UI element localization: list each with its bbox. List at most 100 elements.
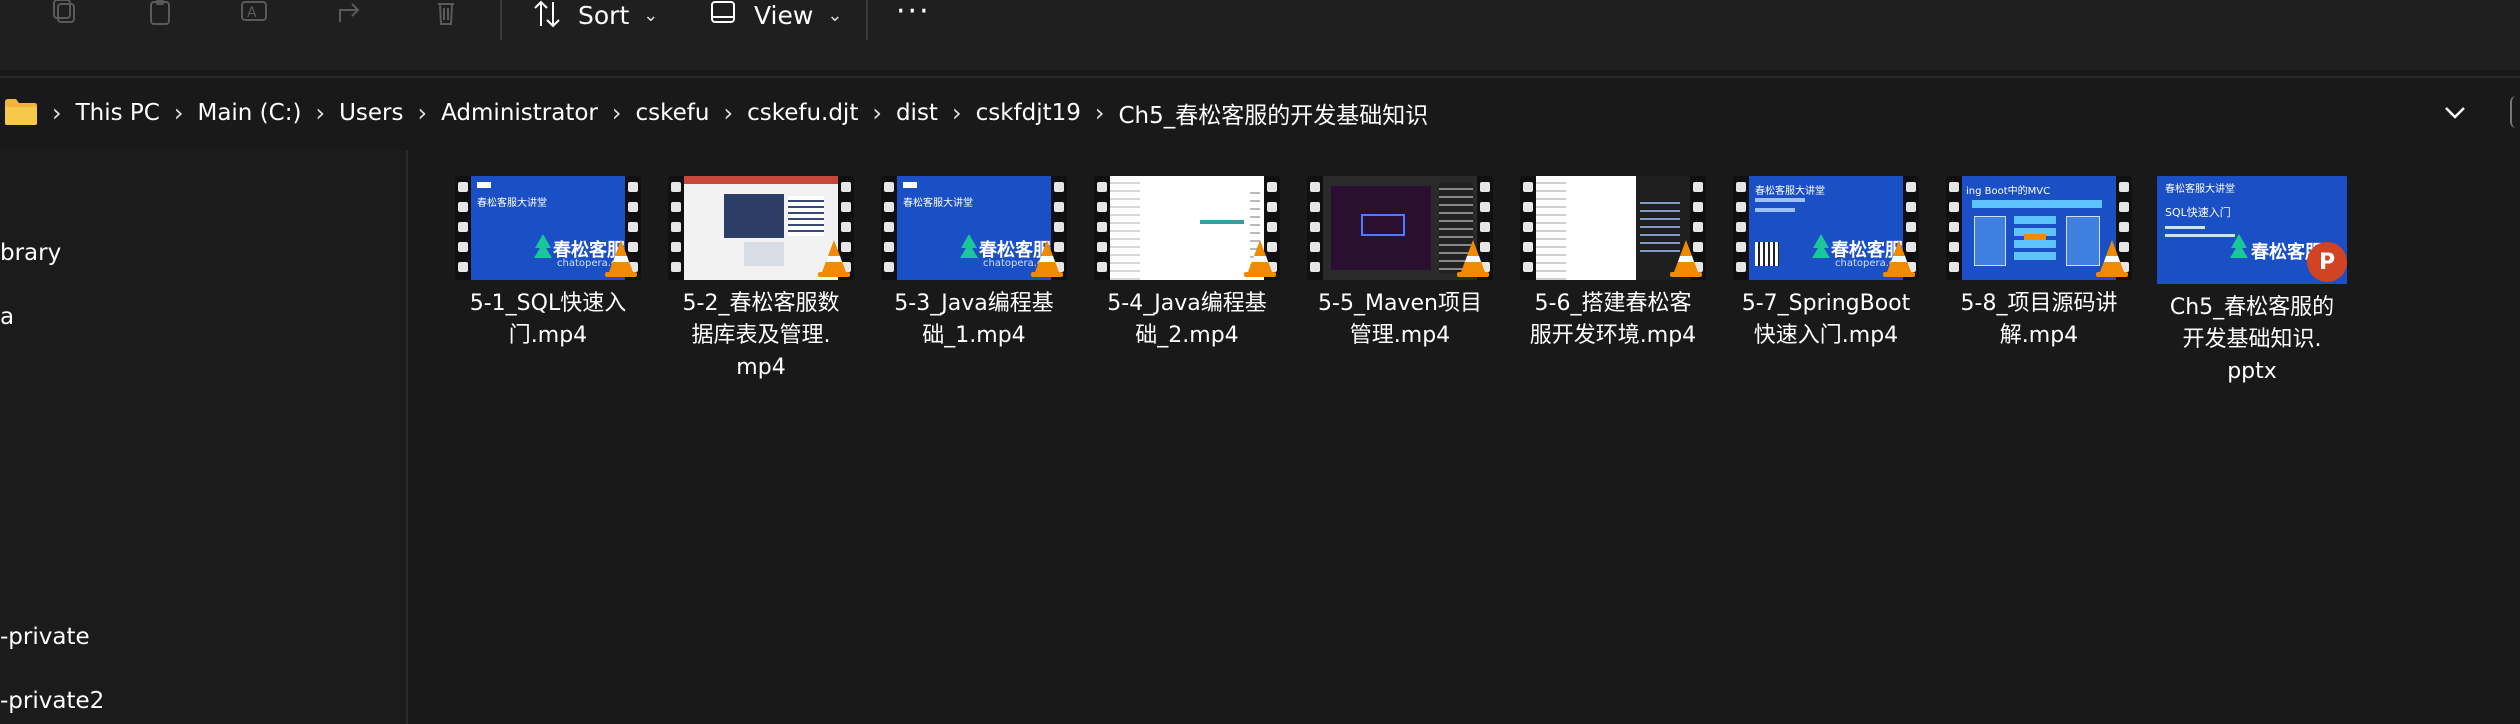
file-name-line: 服开发环境.mp4 [1529,323,1697,348]
chevron-right-icon[interactable]: › [952,99,962,127]
file-name: 5-6_搭建春松客 服开发环境.mp4 [1513,288,1713,352]
breadcrumb: › This PC › Main (C:) › Users › Administ… [52,82,1428,144]
video-thumbnail [668,176,854,280]
video-thumbnail [1520,176,1706,280]
file-name-line: 5-2_春松客服数 [682,291,840,316]
qr-code-icon [1755,242,1779,266]
nav-item-a[interactable]: a [0,304,14,330]
file-name: 5-4_Java编程基 础_2.mp4 [1087,288,1287,352]
address-history-chevron-icon[interactable] [2440,98,2470,128]
view-button[interactable]: View ⌄ [708,0,842,30]
breadcrumb-cskfdjt19[interactable]: cskfdjt19 [976,100,1081,126]
file-item[interactable]: ing Boot中的MVC 5-8_项目源码讲 解.mp4 [1939,176,2139,352]
file-name: 5-3_Java编程基 础_1.mp4 [874,288,1074,352]
chevron-right-icon[interactable]: › [315,99,325,127]
breadcrumb-main-drive[interactable]: Main (C:) [197,100,301,126]
vlc-cone-icon [1031,240,1063,277]
breadcrumb-dist[interactable]: dist [896,100,938,126]
toolbar-divider-line [0,76,2520,78]
folder-icon [4,98,38,126]
breadcrumb-users[interactable]: Users [339,100,403,126]
chevron-right-icon[interactable]: › [872,99,882,127]
toolbar-divider [866,0,868,40]
chevron-down-icon: ⌄ [643,4,659,26]
video-thumbnail: ing Boot中的MVC [1946,176,2132,280]
file-name-line: 解.mp4 [1999,323,2079,348]
tree-logo-icon [1812,234,1830,258]
file-name-line: 5-7_SpringBoot [1741,291,1911,316]
vlc-cone-icon [1670,240,1702,277]
vlc-cone-icon [818,240,850,277]
breadcrumb-administrator[interactable]: Administrator [441,100,598,126]
vlc-cone-icon [1883,240,1915,277]
file-name: Ch5_春松客服的 开发基础知识. pptx [2152,292,2352,388]
tree-logo-icon [2230,234,2248,258]
vlc-cone-icon [1244,240,1276,277]
sort-icon [534,0,560,28]
powerpoint-icon: P [2307,242,2347,282]
tree-logo-icon [960,234,978,258]
nav-item-private2[interactable]: -private2 [0,688,104,714]
view-icon [711,1,735,23]
address-bar[interactable]: › This PC › Main (C:) › Users › Administ… [0,82,2520,144]
copy-icon[interactable] [46,0,82,30]
file-name-line: Ch5_春松客服的 [2169,295,2335,320]
thumb-course-title: 春松客服大讲堂 [477,198,547,209]
file-item[interactable]: 5-2_春松客服数 据库表及管理. mp4 [661,176,861,384]
navigation-pane: brary a -private -private2 [0,150,408,724]
file-name-line: pptx [2227,359,2277,384]
rename-icon[interactable]: A [236,0,272,30]
file-name-line: 5-4_Java编程基 [1107,291,1267,316]
svg-text:A: A [247,5,257,21]
more-icon: ··· [896,0,931,29]
more-options-button[interactable]: ··· [896,0,931,29]
delete-icon[interactable] [428,0,464,30]
search-box-edge[interactable] [2510,96,2520,128]
file-name-line: 础_2.mp4 [1135,323,1239,348]
toolbar-divider [500,0,502,40]
file-name-line: mp4 [736,355,786,380]
breadcrumb-this-pc[interactable]: This PC [76,100,160,126]
video-thumbnail: 春松客服大讲堂 春松客服 chatopera.com [455,176,641,280]
thumb-course-title: 春松客服大讲堂 [903,198,973,209]
file-name-line: 5-8_项目源码讲 [1960,291,2118,316]
nav-item-library[interactable]: brary [0,240,61,266]
thumb-diagram-title: ing Boot中的MVC [1966,186,2051,197]
view-label: View [754,0,814,30]
file-item[interactable]: 春松客服大讲堂 春松客服 chatopera.com 5-7_SpringBoo… [1726,176,1926,352]
chevron-right-icon[interactable]: › [612,99,622,127]
file-name: 5-1_SQL快速入 门.mp4 [448,288,648,352]
chevron-down-icon: ⌄ [827,4,843,26]
chevron-right-icon[interactable]: › [1095,99,1105,127]
vlc-cone-icon [605,240,637,277]
file-name-line: 5-3_Java编程基 [894,291,1054,316]
share-icon[interactable] [332,0,368,30]
file-name-line: 础_1.mp4 [922,323,1026,348]
file-item[interactable]: 春松客服大讲堂 春松客服 chatopera.com 5-1_SQL快速入 门.… [448,176,648,352]
chevron-right-icon[interactable]: › [174,99,184,127]
file-name-line: 管理.mp4 [1349,323,1451,348]
chevron-right-icon[interactable]: › [723,99,733,127]
file-item[interactable]: 春松客服大讲堂 春松客服 chatopera.com 5-3_Java编程基 础… [874,176,1074,352]
paste-icon[interactable] [142,0,178,30]
file-item[interactable]: 5-6_搭建春松客 服开发环境.mp4 [1513,176,1713,352]
chevron-right-icon[interactable]: › [417,99,427,127]
breadcrumb-cskefu[interactable]: cskefu [636,100,710,126]
thumb-course-title: 春松客服大讲堂 [2165,184,2235,195]
file-item[interactable]: 5-5_Maven项目 管理.mp4 [1300,176,1500,352]
breadcrumb-current-folder[interactable]: Ch5_春松客服的开发基础知识 [1119,96,1429,130]
file-item[interactable]: 春松客服大讲堂 SQL快速入门 春松客服 P Ch5_春松客服的 开发基础知识.… [2152,176,2352,388]
video-thumbnail: 春松客服大讲堂 春松客服 chatopera.com [1733,176,1919,280]
sort-button[interactable]: Sort ⌄ [532,0,658,30]
file-name-line: 据库表及管理. [691,323,831,348]
tree-logo-icon [534,234,552,258]
nav-item-private[interactable]: -private [0,624,90,650]
vlc-cone-icon [2096,240,2128,277]
video-thumbnail [1094,176,1280,280]
vlc-cone-icon [1457,240,1489,277]
file-item[interactable]: 5-4_Java编程基 础_2.mp4 [1087,176,1287,352]
breadcrumb-cskefu-djt[interactable]: cskefu.djt [747,100,858,126]
presentation-thumbnail: 春松客服大讲堂 SQL快速入门 春松客服 P [2157,176,2347,284]
file-name: 5-2_春松客服数 据库表及管理. mp4 [661,288,861,384]
file-name-line: 开发基础知识. [2182,327,2322,352]
